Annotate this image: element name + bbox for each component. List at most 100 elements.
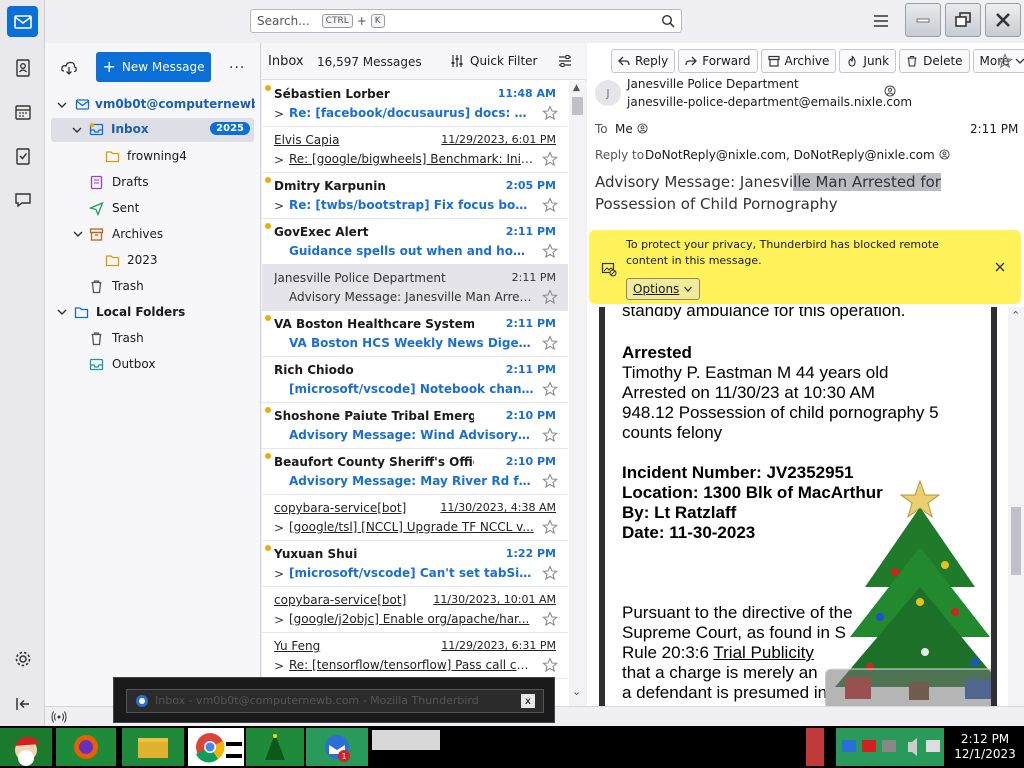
tray-item[interactable] xyxy=(806,728,824,766)
scroll-up-arrow-icon[interactable]: ⌃ xyxy=(1011,309,1020,322)
message-row[interactable]: Yuxuan Shui 1:22 PM > [microsoft/vscode] Ca… xyxy=(262,541,568,587)
star-icon[interactable] xyxy=(542,335,558,351)
scroll-down-arrow-icon[interactable]: ⌄ xyxy=(572,685,581,698)
folder-drafts[interactable]: Drafts xyxy=(45,170,260,194)
address-book-space-button[interactable] xyxy=(7,52,38,83)
folder-outbox[interactable]: Outbox xyxy=(45,352,260,376)
options-button[interactable]: Options xyxy=(626,278,701,300)
taskbar-firefox[interactable] xyxy=(56,728,116,766)
star-icon[interactable] xyxy=(997,53,1013,69)
reply-to-label: Reply to xyxy=(595,148,645,162)
list-display-options-icon[interactable] xyxy=(557,53,573,69)
search-input[interactable]: Search... CTRL + K xyxy=(250,9,682,33)
close-preview-button[interactable]: x xyxy=(521,694,535,708)
message-row[interactable]: copybara-service[bot] 11/30/2023, 4:38 AM… xyxy=(262,495,568,541)
calendar-space-button[interactable] xyxy=(7,96,38,127)
collapse-spaces-button[interactable] xyxy=(7,688,38,719)
restore-button[interactable] xyxy=(945,3,981,37)
chat-space-button[interactable] xyxy=(7,184,38,215)
message-row[interactable]: Beaufort County Sheriff's Office 2:10 PM A… xyxy=(262,449,568,495)
star-icon[interactable] xyxy=(542,657,558,673)
tasks-space-button[interactable] xyxy=(7,140,38,171)
taskbar-blank-item[interactable] xyxy=(372,730,440,750)
account-local-folders[interactable]: Local Folders xyxy=(45,300,260,324)
folder-local-trash[interactable]: Trash xyxy=(45,326,260,350)
thread-chevron-icon[interactable]: > xyxy=(274,613,284,627)
message-row[interactable]: Elvis Capia 11/29/2023, 6:01 PM > Re: [goog… xyxy=(262,127,568,173)
delete-button[interactable]: Delete xyxy=(899,49,970,73)
mail-space-button[interactable] xyxy=(7,6,38,37)
scrollbar-thumb[interactable] xyxy=(572,97,583,115)
star-icon[interactable] xyxy=(542,197,558,213)
message-row[interactable]: Dmitry Karpunin 2:05 PM > Re: [twbs/bootstr… xyxy=(262,173,568,219)
new-message-button[interactable]: + New Message xyxy=(96,52,211,82)
message-row[interactable]: Shoshone Paiute Tribal Emergency Resp...… xyxy=(262,403,568,449)
folder-pane-menu-button[interactable]: ... xyxy=(229,56,245,72)
thread-chevron-icon[interactable]: > xyxy=(274,199,284,213)
taskbar-file-explorer[interactable] xyxy=(122,728,184,766)
star-icon[interactable] xyxy=(542,289,558,305)
quick-filter-button[interactable]: Quick Filter xyxy=(450,54,537,68)
folder-sent[interactable]: Sent xyxy=(45,196,260,220)
start-button[interactable] xyxy=(0,728,52,766)
get-messages-icon[interactable] xyxy=(60,59,78,77)
taskbar-chrome[interactable] xyxy=(188,728,244,766)
folder-frowning4[interactable]: frowning4 xyxy=(45,144,260,168)
sender-name[interactable]: Janesville Police Department xyxy=(627,77,799,91)
folder-inbox[interactable]: Inbox 2025 xyxy=(51,118,254,142)
online-status-icon[interactable] xyxy=(51,710,67,724)
settings-button[interactable] xyxy=(7,643,38,674)
trial-publicity-link[interactable]: Trial Publicity xyxy=(713,643,813,662)
contact-icon[interactable] xyxy=(884,85,896,97)
message-time: 2:11 PM xyxy=(970,122,1019,136)
thread-chevron-icon[interactable]: > xyxy=(274,567,284,581)
message-row[interactable]: GovExec Alert 2:11 PM Guidance spells out … xyxy=(262,219,568,265)
scrollbar-thumb[interactable] xyxy=(1011,507,1021,575)
to-recipient[interactable]: Me xyxy=(615,122,648,136)
junk-button[interactable]: Junk xyxy=(839,49,897,73)
taskbar-clock[interactable]: 2:12 PM 12/1/2023 xyxy=(950,732,1020,762)
thread-chevron-icon[interactable]: > xyxy=(274,659,284,673)
star-icon[interactable] xyxy=(542,243,558,259)
archive-button[interactable]: Archive xyxy=(760,49,837,73)
star-icon[interactable] xyxy=(542,427,558,443)
star-icon[interactable] xyxy=(542,611,558,627)
app-menu-icon[interactable] xyxy=(871,12,891,30)
sender-address[interactable]: janesville-police-department@emails.nixl… xyxy=(627,95,912,109)
star-icon[interactable] xyxy=(542,565,558,581)
message-list-scrollbar[interactable]: ▲ ⌄ xyxy=(569,81,586,706)
message-row[interactable]: copybara-service[bot] 11/30/2023, 10:01 A… xyxy=(262,587,568,633)
star-icon[interactable] xyxy=(542,519,558,535)
dismiss-notification-button[interactable] xyxy=(990,257,1010,277)
thread-chevron-icon[interactable]: > xyxy=(274,521,284,535)
star-icon[interactable] xyxy=(542,473,558,489)
message-body-scrollbar[interactable]: ⌃ xyxy=(1008,307,1024,706)
folder-trash[interactable]: Trash xyxy=(45,274,260,298)
message-row[interactable]: VA Boston Healthcare System 2:11 PM VA Bos… xyxy=(262,311,568,357)
message-row[interactable]: Sébastien Lorber 11:48 AM > Re: [facebook/d… xyxy=(262,81,568,127)
taskbar-thunderbird[interactable]: 1 xyxy=(306,728,368,766)
message-subject: [microsoft/vscode] Can't set tabSize ... xyxy=(289,566,534,580)
account-row[interactable]: vm0b0t@computernewb.... xyxy=(45,93,260,117)
forward-button[interactable]: Forward xyxy=(678,49,758,73)
thread-chevron-icon[interactable]: > xyxy=(274,107,284,121)
system-tray[interactable] xyxy=(836,728,944,766)
local-folders-icon xyxy=(74,307,89,319)
folder-archives[interactable]: Archives xyxy=(45,222,260,246)
message-row[interactable]: Yu Feng 11/29/2023, 6:31 PM > Re: [tensorfl… xyxy=(262,633,568,679)
window-preview[interactable]: Inbox - vm0b0t@computernewb.com - Mozill… xyxy=(126,689,544,713)
taskbar-tree-app[interactable] xyxy=(246,728,304,766)
star-icon[interactable] xyxy=(542,151,558,167)
message-row[interactable]: Janesville Police Department 2:11 PM Advis… xyxy=(262,265,568,311)
scroll-up-arrow-icon[interactable]: ▲ xyxy=(573,83,580,93)
message-row[interactable]: Rich Chiodo 2:11 PM [microsoft/vscode] Not… xyxy=(262,357,568,403)
star-icon[interactable] xyxy=(542,105,558,121)
shortcut-plus: + xyxy=(356,14,367,28)
minimize-button[interactable] xyxy=(905,3,941,37)
close-button[interactable] xyxy=(985,3,1021,37)
star-icon[interactable] xyxy=(542,381,558,397)
thread-chevron-icon[interactable]: > xyxy=(274,153,284,167)
reply-button[interactable]: Reply xyxy=(611,49,676,73)
reply-to-value[interactable]: DoNotReply@nixle.com, DoNotReply@nixle.c… xyxy=(645,148,950,162)
folder-2023[interactable]: 2023 xyxy=(45,248,260,272)
